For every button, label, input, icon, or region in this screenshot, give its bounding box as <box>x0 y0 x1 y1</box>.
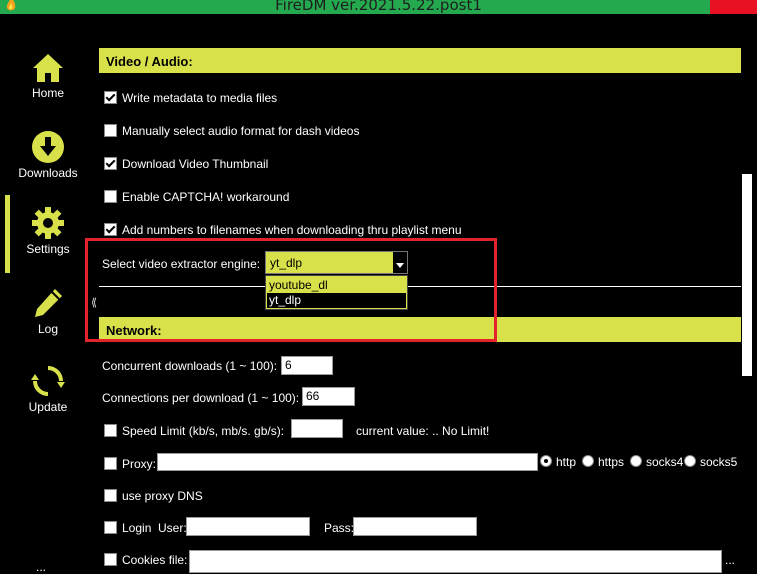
gear-icon <box>32 207 64 239</box>
sidebar-item-log[interactable]: Log <box>10 286 86 358</box>
close-button[interactable] <box>710 0 757 14</box>
radio-button[interactable] <box>582 455 594 467</box>
sidebar-item-label: Settings <box>26 242 70 256</box>
option-playlist-numbers[interactable]: Add numbers to filenames when downloadin… <box>104 223 462 237</box>
window-title: FireDM ver.2021.5.22.post1 <box>275 0 482 14</box>
sidebar: Home Downloads Settings Log Update ... <box>0 14 90 574</box>
option-cookies-file[interactable]: Cookies file: <box>104 553 187 567</box>
sidebar-item-downloads[interactable]: Downloads <box>10 130 86 202</box>
minimize-button[interactable] <box>664 0 704 14</box>
sidebar-item-update[interactable]: Update <box>10 364 86 436</box>
checkbox[interactable] <box>104 91 117 104</box>
option-captcha-workaround[interactable]: Enable CAPTCHA! workaround <box>104 190 289 204</box>
concurrent-downloads-input[interactable]: 6 <box>281 356 333 375</box>
pass-label: Pass: <box>324 521 355 535</box>
proxy-input[interactable] <box>157 453 538 471</box>
sidebar-more[interactable]: ... <box>36 560 46 574</box>
checkbox[interactable] <box>104 157 117 170</box>
checkbox[interactable] <box>104 124 117 137</box>
pencil-icon <box>35 289 62 317</box>
user-label: User: <box>158 521 187 535</box>
concurrent-downloads-label: Concurrent downloads (1 ~ 100): <box>102 359 278 373</box>
checkbox[interactable] <box>104 223 117 236</box>
option-download-thumbnail[interactable]: Download Video Thumbnail <box>104 157 268 171</box>
radio-button[interactable] <box>540 455 552 467</box>
sidebar-item-label: Downloads <box>18 166 78 180</box>
home-icon <box>33 54 63 82</box>
sidebar-item-label: Home <box>31 86 64 100</box>
scrollbar-thumb[interactable] <box>742 174 752 376</box>
vertical-scrollbar[interactable] <box>741 28 753 573</box>
option-proxy-dns[interactable]: use proxy DNS <box>104 489 203 503</box>
sidebar-item-label: Log <box>37 322 59 336</box>
speed-limit-current-value: current value: .. No Limit! <box>356 424 490 438</box>
checkbox[interactable] <box>104 521 117 534</box>
title-bar: FireDM ver.2021.5.22.post1 <box>0 0 757 14</box>
option-speed-limit[interactable]: Speed Limit (kb/s, mb/s. gb/s): <box>104 424 284 438</box>
checkbox[interactable] <box>104 424 117 437</box>
option-manual-audio-format[interactable]: Manually select audio format for dash vi… <box>104 124 359 138</box>
checkbox[interactable] <box>104 553 117 566</box>
radio-https[interactable]: https <box>582 455 624 469</box>
connections-per-download-label: Connections per download (1 ~ 100): <box>102 391 300 405</box>
radio-button[interactable] <box>630 455 642 467</box>
download-icon <box>32 131 64 163</box>
checkbox[interactable] <box>104 489 117 502</box>
cookies-browse-button[interactable]: ... <box>725 553 735 567</box>
pass-input[interactable] <box>353 517 477 536</box>
speed-limit-input[interactable] <box>291 419 343 438</box>
sidebar-item-label: Update <box>28 400 68 414</box>
user-input[interactable] <box>186 517 310 536</box>
radio-http[interactable]: http <box>540 455 576 469</box>
checkbox[interactable] <box>104 457 117 470</box>
highlight-box <box>85 238 497 342</box>
radio-socks5[interactable]: socks5 <box>684 455 737 469</box>
radio-socks4[interactable]: socks4 <box>630 455 683 469</box>
refresh-icon <box>31 366 65 396</box>
checkbox[interactable] <box>104 190 117 203</box>
option-login[interactable]: Login <box>104 521 151 535</box>
sidebar-item-home[interactable]: Home <box>10 52 86 124</box>
sidebar-item-settings[interactable]: Settings <box>10 206 86 278</box>
connections-per-download-input[interactable]: 66 <box>302 387 355 406</box>
cookies-file-input[interactable] <box>189 550 722 573</box>
option-proxy[interactable]: Proxy: <box>104 457 156 471</box>
radio-button[interactable] <box>684 455 696 467</box>
section-header-video-audio: Video / Audio: <box>99 48 741 73</box>
option-write-metadata[interactable]: Write metadata to media files <box>104 91 277 105</box>
